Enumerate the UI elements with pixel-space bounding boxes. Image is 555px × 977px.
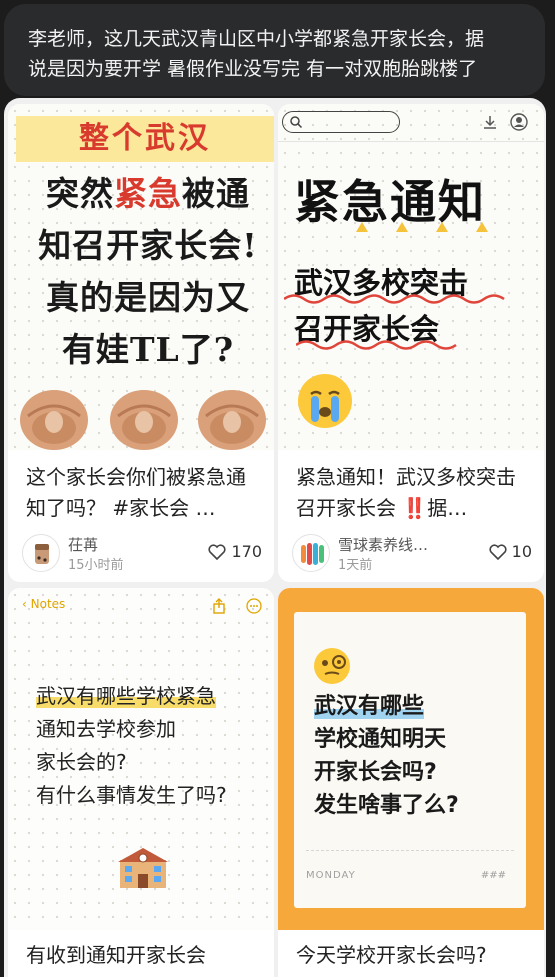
avatar[interactable] bbox=[292, 534, 330, 572]
cover-text: 突然紧急被通 知召开家长会! 真的是因为又 有娃TL了? bbox=[38, 174, 258, 369]
heart-icon bbox=[489, 543, 507, 560]
pointing-hand-icon bbox=[110, 390, 178, 450]
author-name[interactable]: 雪球素养线… bbox=[338, 534, 428, 555]
cover-banner: 整个武汉 bbox=[16, 116, 274, 162]
pointing-hand-icon bbox=[198, 390, 266, 450]
card-cover-image: ‹ Notes 武汉有哪些学校紧急 通知去学校参加 家长会的? 有什么事情发生了… bbox=[8, 588, 274, 930]
card-cover-image: 紧急通知 武汉多校突击 召开家长会 bbox=[278, 104, 544, 450]
message-bubble: 李老师，这几天武汉青山区中小学都紧急开家长会，据 说是因为要开学 暑假作业没写完… bbox=[4, 4, 545, 96]
decoration bbox=[356, 222, 488, 232]
card-title[interactable]: 今天学校开家长会吗? bbox=[296, 940, 528, 971]
feed-sheet: 整个武汉 突然紧急被通 知召开家长会! 真的是因为又 有娃TL了? 这个家长会你… bbox=[4, 98, 546, 977]
heart-icon bbox=[208, 543, 226, 560]
feed-card[interactable]: 整个武汉 突然紧急被通 知召开家长会! 真的是因为又 有娃TL了? 这个家长会你… bbox=[8, 104, 274, 582]
like-count: 170 bbox=[231, 542, 262, 561]
download-icon bbox=[484, 116, 496, 129]
feed-card[interactable]: 紧急通知 武汉多校突击 召开家长会 紧急通知！武汉多校突击召开家长会 ‼️据… … bbox=[278, 104, 544, 582]
cover-toolbar bbox=[278, 104, 544, 142]
cover-text: 武汉有哪些学校紧急 通知去学校参加 家长会的? 有什么事情发生了吗? bbox=[36, 684, 227, 807]
card-meta: 茌苒 15小时前 170 bbox=[22, 534, 262, 574]
like-button[interactable]: 10 bbox=[489, 542, 532, 561]
cover-footer-left: MONDAY bbox=[306, 870, 356, 881]
card-title[interactable]: 这个家长会你们被紧急通知了吗？ #家长会 … bbox=[26, 462, 258, 524]
author-name[interactable]: 茌苒 bbox=[68, 534, 98, 555]
avatar[interactable] bbox=[22, 534, 60, 572]
card-title[interactable]: 有收到通知开家长会 bbox=[26, 940, 258, 971]
search-bar bbox=[282, 111, 400, 133]
notes-toolbar: ‹ Notes bbox=[8, 588, 274, 624]
like-count: 10 bbox=[511, 542, 532, 561]
wave-underline bbox=[296, 340, 457, 350]
cover-text: 武汉有哪些 学校通知明天 开家长会吗? 发生啥事了么? bbox=[314, 694, 459, 818]
cover-paper: 武汉有哪些 学校通知明天 开家长会吗? 发生啥事了么? MONDAY ### bbox=[294, 612, 526, 908]
post-time: 1天前 bbox=[338, 558, 373, 573]
thinking-emoji-icon bbox=[314, 648, 350, 684]
card-cover-image: 整个武汉 突然紧急被通 知召开家长会! 真的是因为又 有娃TL了? bbox=[8, 104, 274, 450]
crying-emoji-icon bbox=[298, 374, 352, 428]
post-time: 15小时前 bbox=[68, 558, 124, 573]
wave-underline bbox=[284, 294, 505, 304]
user-icon bbox=[510, 113, 528, 131]
message-line-2: 说是因为要开学 暑假作业没写完 有一对双胞胎跳楼了 bbox=[28, 58, 478, 80]
share-icon bbox=[213, 598, 225, 614]
cover-footer-right: ### bbox=[480, 870, 506, 881]
search-icon bbox=[290, 116, 303, 129]
feed-card[interactable]: 武汉有哪些 学校通知明天 开家长会吗? 发生啥事了么? MONDAY ### 今… bbox=[278, 588, 544, 977]
notes-back: ‹ Notes bbox=[22, 597, 66, 611]
more-icon bbox=[246, 598, 262, 614]
card-cover-image: 武汉有哪些 学校通知明天 开家长会吗? 发生啥事了么? MONDAY ### bbox=[278, 588, 544, 930]
message-line-1: 李老师，这几天武汉青山区中小学都紧急开家长会，据 bbox=[28, 28, 485, 50]
pointing-hand-icon bbox=[20, 390, 88, 450]
like-button[interactable]: 170 bbox=[208, 542, 262, 561]
feed-card[interactable]: ‹ Notes 武汉有哪些学校紧急 通知去学校参加 家长会的? 有什么事情发生了… bbox=[8, 588, 274, 977]
school-icon bbox=[118, 848, 168, 888]
back-chevron-icon: ‹ bbox=[22, 597, 27, 611]
card-meta: 雪球素养线… 1天前 10 bbox=[292, 534, 532, 574]
card-title[interactable]: 紧急通知！武汉多校突击召开家长会 ‼️据… bbox=[296, 462, 528, 524]
